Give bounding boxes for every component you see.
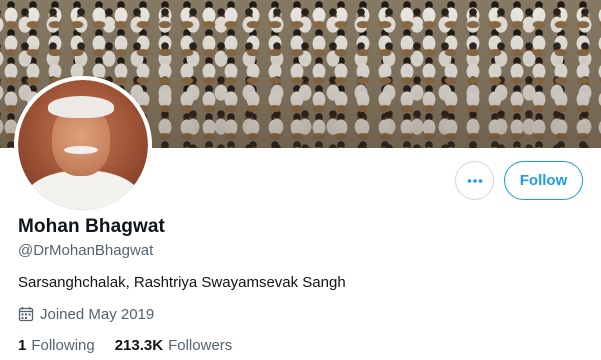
profile-stats: 1 Following 213.3K Followers (18, 337, 232, 354)
following-label: Following (31, 337, 95, 354)
following-count: 1 (18, 337, 27, 354)
more-horizontal-icon (467, 178, 482, 183)
avatar-shirt (24, 170, 142, 210)
avatar-photo (18, 80, 148, 210)
followers-count: 213.3K (114, 337, 164, 354)
profile-handle: @DrMohanBhagwat (18, 242, 154, 259)
follow-button[interactable]: Follow (504, 161, 583, 200)
joined-date-label: Joined May 2019 (40, 305, 155, 323)
avatar-mustache (64, 146, 98, 154)
avatar[interactable] (14, 76, 152, 214)
followers-label: Followers (168, 337, 233, 354)
more-options-button[interactable] (455, 161, 494, 200)
joined-date: Joined May 2019 (18, 305, 154, 323)
following-link[interactable]: 1 Following (18, 337, 95, 354)
display-name: Mohan Bhagwat (18, 216, 165, 237)
followers-link[interactable]: 213.3K Followers (115, 337, 233, 354)
profile-page: Follow Mohan Bhagwat @DrMohanBhagwat Sar… (0, 0, 601, 360)
calendar-icon (18, 307, 34, 322)
avatar-hair (48, 96, 114, 118)
profile-bio: Sarsanghchalak, Rashtriya Swayamsevak Sa… (18, 274, 346, 291)
